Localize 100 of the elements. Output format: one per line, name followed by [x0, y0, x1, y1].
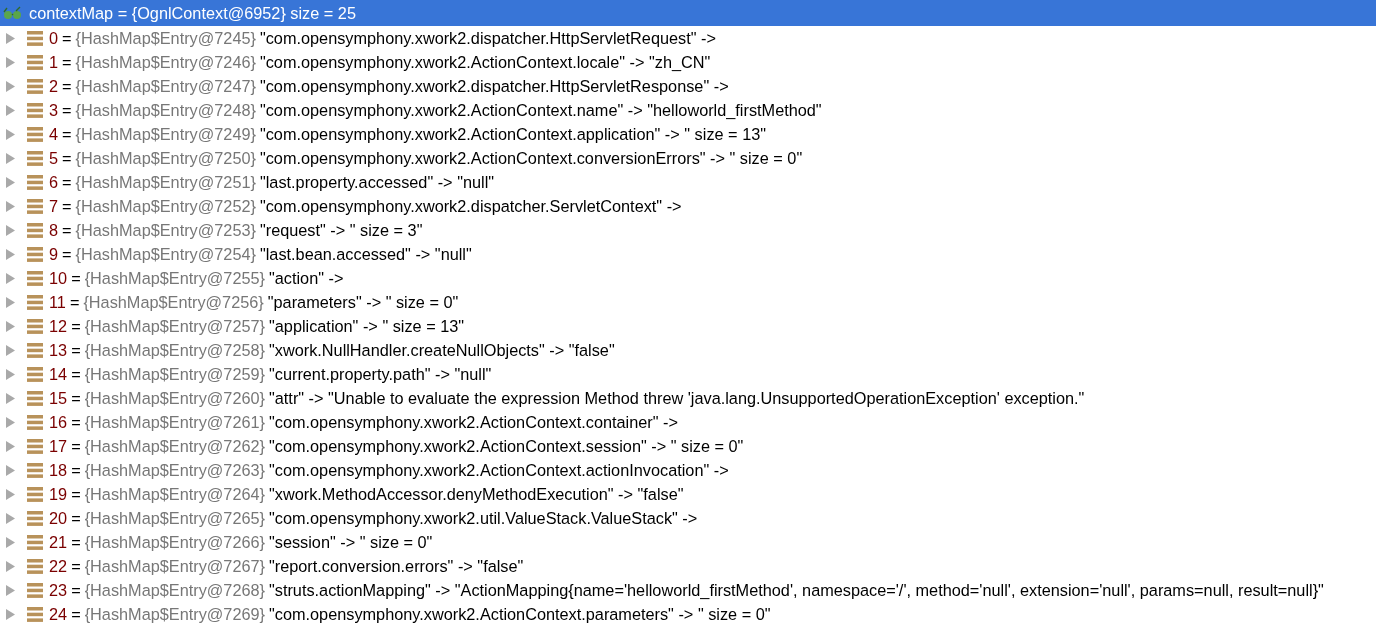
expand-triangle-icon[interactable]: [6, 464, 15, 476]
map-entry-row[interactable]: 14 = {HashMap$Entry@7259} "current.property.path" -> "null": [0, 362, 1376, 386]
entry-reference: {HashMap$Entry@7247}: [75, 76, 256, 96]
expand-triangle-icon[interactable]: [6, 176, 15, 188]
equals-sign: =: [62, 244, 72, 264]
map-entry-row[interactable]: 22 = {HashMap$Entry@7267} "report.conversion.errors" -> "false": [0, 554, 1376, 578]
equals-sign: =: [62, 148, 72, 168]
expand-triangle-icon[interactable]: [6, 392, 15, 404]
map-entry-row[interactable]: 23 = {HashMap$Entry@7268} "struts.actionMapping" -> "ActionMapping{name='helloworld_firstMethod', namespace='/', method='null', extension='null', params=null, result=null}": [0, 578, 1376, 602]
equals-sign: =: [71, 268, 81, 288]
entry-value: "com.opensymphony.xwork2.ActionContext.container" ->: [269, 412, 678, 432]
entry-stack-icon: [27, 270, 43, 286]
map-entry-row[interactable]: 15 = {HashMap$Entry@7260} "attr" -> "Unable to evaluate the expression Method threw 'java.lang.UnsupportedOperationException' exception.": [0, 386, 1376, 410]
expand-triangle-icon[interactable]: [6, 272, 15, 284]
expand-triangle-icon[interactable]: [6, 488, 15, 500]
expand-triangle-icon[interactable]: [6, 536, 15, 548]
map-entry-row[interactable]: 2 = {HashMap$Entry@7247} "com.opensymphony.xwork2.dispatcher.HttpServletResponse" ->: [0, 74, 1376, 98]
entry-stack-icon: [27, 294, 43, 310]
expand-triangle-icon[interactable]: [6, 128, 15, 140]
map-entry-row[interactable]: 11 = {HashMap$Entry@7256} "parameters" -> " size = 0": [0, 290, 1376, 314]
map-entry-row[interactable]: 24 = {HashMap$Entry@7269} "com.opensymphony.xwork2.ActionContext.parameters" -> " size = 0": [0, 602, 1376, 626]
entry-index: 8: [49, 220, 59, 240]
map-entry-row[interactable]: 16 = {HashMap$Entry@7261} "com.opensymphony.xwork2.ActionContext.container" ->: [0, 410, 1376, 434]
map-entry-row[interactable]: 13 = {HashMap$Entry@7258} "xwork.NullHandler.createNullObjects" -> "false": [0, 338, 1376, 362]
equals-sign: =: [69, 292, 80, 312]
entry-stack-icon: [27, 414, 43, 430]
entry-index: 18: [49, 460, 68, 480]
entry-value: "com.opensymphony.xwork2.ActionContext.parameters" -> " size = 0": [269, 604, 771, 624]
entry-index: 21: [49, 532, 68, 552]
entry-index: 2: [49, 76, 59, 96]
equals-sign: =: [71, 388, 81, 408]
equals-sign: =: [71, 460, 81, 480]
glasses-icon: [3, 6, 23, 20]
equals-sign: =: [71, 532, 81, 552]
entry-value: "action" ->: [269, 268, 344, 288]
expand-triangle-icon[interactable]: [6, 104, 15, 116]
expand-triangle-icon[interactable]: [6, 224, 15, 236]
expand-triangle-icon[interactable]: [6, 560, 15, 572]
equals-sign: =: [71, 364, 81, 384]
map-entry-row[interactable]: 3 = {HashMap$Entry@7248} "com.opensymphony.xwork2.ActionContext.name" -> "helloworld_firstMethod": [0, 98, 1376, 122]
map-entry-row[interactable]: 4 = {HashMap$Entry@7249} "com.opensymphony.xwork2.ActionContext.application" -> " size = 13": [0, 122, 1376, 146]
entry-value: "struts.actionMapping" -> "ActionMapping{name='helloworld_firstMethod', namespace='/', method='null', extension='null', params=null, result=null}": [269, 580, 1324, 600]
map-entry-row[interactable]: 9 = {HashMap$Entry@7254} "last.bean.accessed" -> "null": [0, 242, 1376, 266]
entry-reference: {HashMap$Entry@7267}: [84, 556, 265, 576]
entry-stack-icon: [27, 30, 43, 46]
map-entry-row[interactable]: 1 = {HashMap$Entry@7246} "com.opensymphony.xwork2.ActionContext.locale" -> "zh_CN": [0, 50, 1376, 74]
entry-value: "com.opensymphony.xwork2.ActionContext.application" -> " size = 13": [259, 124, 766, 144]
expand-triangle-icon[interactable]: [6, 80, 15, 92]
entry-index: 1: [49, 52, 59, 72]
expand-triangle-icon[interactable]: [6, 200, 15, 212]
entry-value: "com.opensymphony.xwork2.util.ValueStack.ValueStack" ->: [269, 508, 698, 528]
entry-stack-icon: [27, 366, 43, 382]
expand-triangle-icon[interactable]: [6, 152, 15, 164]
tree-root-row[interactable]: contextMap = {OgnlContext@6952} size = 25: [0, 0, 1376, 26]
equals-sign: =: [62, 124, 72, 144]
expand-triangle-icon[interactable]: [6, 296, 15, 308]
expand-triangle-icon[interactable]: [6, 368, 15, 380]
expand-triangle-icon[interactable]: [6, 320, 15, 332]
expand-triangle-icon[interactable]: [6, 248, 15, 260]
map-entry-row[interactable]: 5 = {HashMap$Entry@7250} "com.opensymphony.xwork2.ActionContext.conversionErrors" -> " size = 0": [0, 146, 1376, 170]
entry-reference: {HashMap$Entry@7254}: [75, 244, 256, 264]
entry-reference: {HashMap$Entry@7259}: [84, 364, 265, 384]
map-entry-row[interactable]: 12 = {HashMap$Entry@7257} "application" -> " size = 13": [0, 314, 1376, 338]
entry-index: 15: [49, 388, 68, 408]
entry-value: "com.opensymphony.xwork2.ActionContext.actionInvocation" ->: [269, 460, 729, 480]
entry-stack-icon: [27, 54, 43, 70]
entry-index: 0: [49, 28, 59, 48]
equals-sign: =: [62, 196, 72, 216]
map-entry-row[interactable]: 7 = {HashMap$Entry@7252} "com.opensymphony.xwork2.dispatcher.ServletContext" ->: [0, 194, 1376, 218]
expand-triangle-icon[interactable]: [6, 512, 15, 524]
map-entry-row[interactable]: 20 = {HashMap$Entry@7265} "com.opensymphony.xwork2.util.ValueStack.ValueStack" ->: [0, 506, 1376, 530]
expand-triangle-icon[interactable]: [6, 32, 15, 44]
entry-value: "last.property.accessed" -> "null": [259, 172, 495, 192]
entry-stack-icon: [27, 150, 43, 166]
entry-stack-icon: [27, 558, 43, 574]
map-entry-row[interactable]: 17 = {HashMap$Entry@7262} "com.opensymphony.xwork2.ActionContext.session" -> " size = 0": [0, 434, 1376, 458]
expand-triangle-icon[interactable]: [6, 584, 15, 596]
map-entry-row[interactable]: 21 = {HashMap$Entry@7266} "session" -> " size = 0": [0, 530, 1376, 554]
map-entry-row[interactable]: 0 = {HashMap$Entry@7245} "com.opensymphony.xwork2.dispatcher.HttpServletRequest" ->: [0, 26, 1376, 50]
entry-index: 6: [49, 172, 59, 192]
map-entry-row[interactable]: 8 = {HashMap$Entry@7253} "request" -> " size = 3": [0, 218, 1376, 242]
map-entry-row[interactable]: 10 = {HashMap$Entry@7255} "action" ->: [0, 266, 1376, 290]
entry-index: 24: [49, 604, 68, 624]
expand-triangle-icon[interactable]: [6, 56, 15, 68]
expand-triangle-icon[interactable]: [6, 440, 15, 452]
entry-reference: {HashMap$Entry@7263}: [84, 460, 265, 480]
entry-stack-icon: [27, 246, 43, 262]
expand-triangle-icon[interactable]: [6, 344, 15, 356]
entry-value: "session" -> " size = 0": [269, 532, 433, 552]
expand-triangle-icon[interactable]: [6, 608, 15, 620]
entry-value: "request" -> " size = 3": [259, 220, 423, 240]
map-entry-row[interactable]: 18 = {HashMap$Entry@7263} "com.opensymphony.xwork2.ActionContext.actionInvocation" ->: [0, 458, 1376, 482]
map-entry-row[interactable]: 6 = {HashMap$Entry@7251} "last.property.accessed" -> "null": [0, 170, 1376, 194]
equals-sign: =: [71, 484, 81, 504]
equals-sign: =: [62, 220, 72, 240]
expand-triangle-icon[interactable]: [6, 416, 15, 428]
entry-value: "com.opensymphony.xwork2.ActionContext.name" -> "helloworld_firstMethod": [259, 100, 822, 120]
entry-reference: {HashMap$Entry@7260}: [84, 388, 265, 408]
equals-sign: =: [71, 316, 81, 336]
map-entry-row[interactable]: 19 = {HashMap$Entry@7264} "xwork.MethodAccessor.denyMethodExecution" -> "false": [0, 482, 1376, 506]
